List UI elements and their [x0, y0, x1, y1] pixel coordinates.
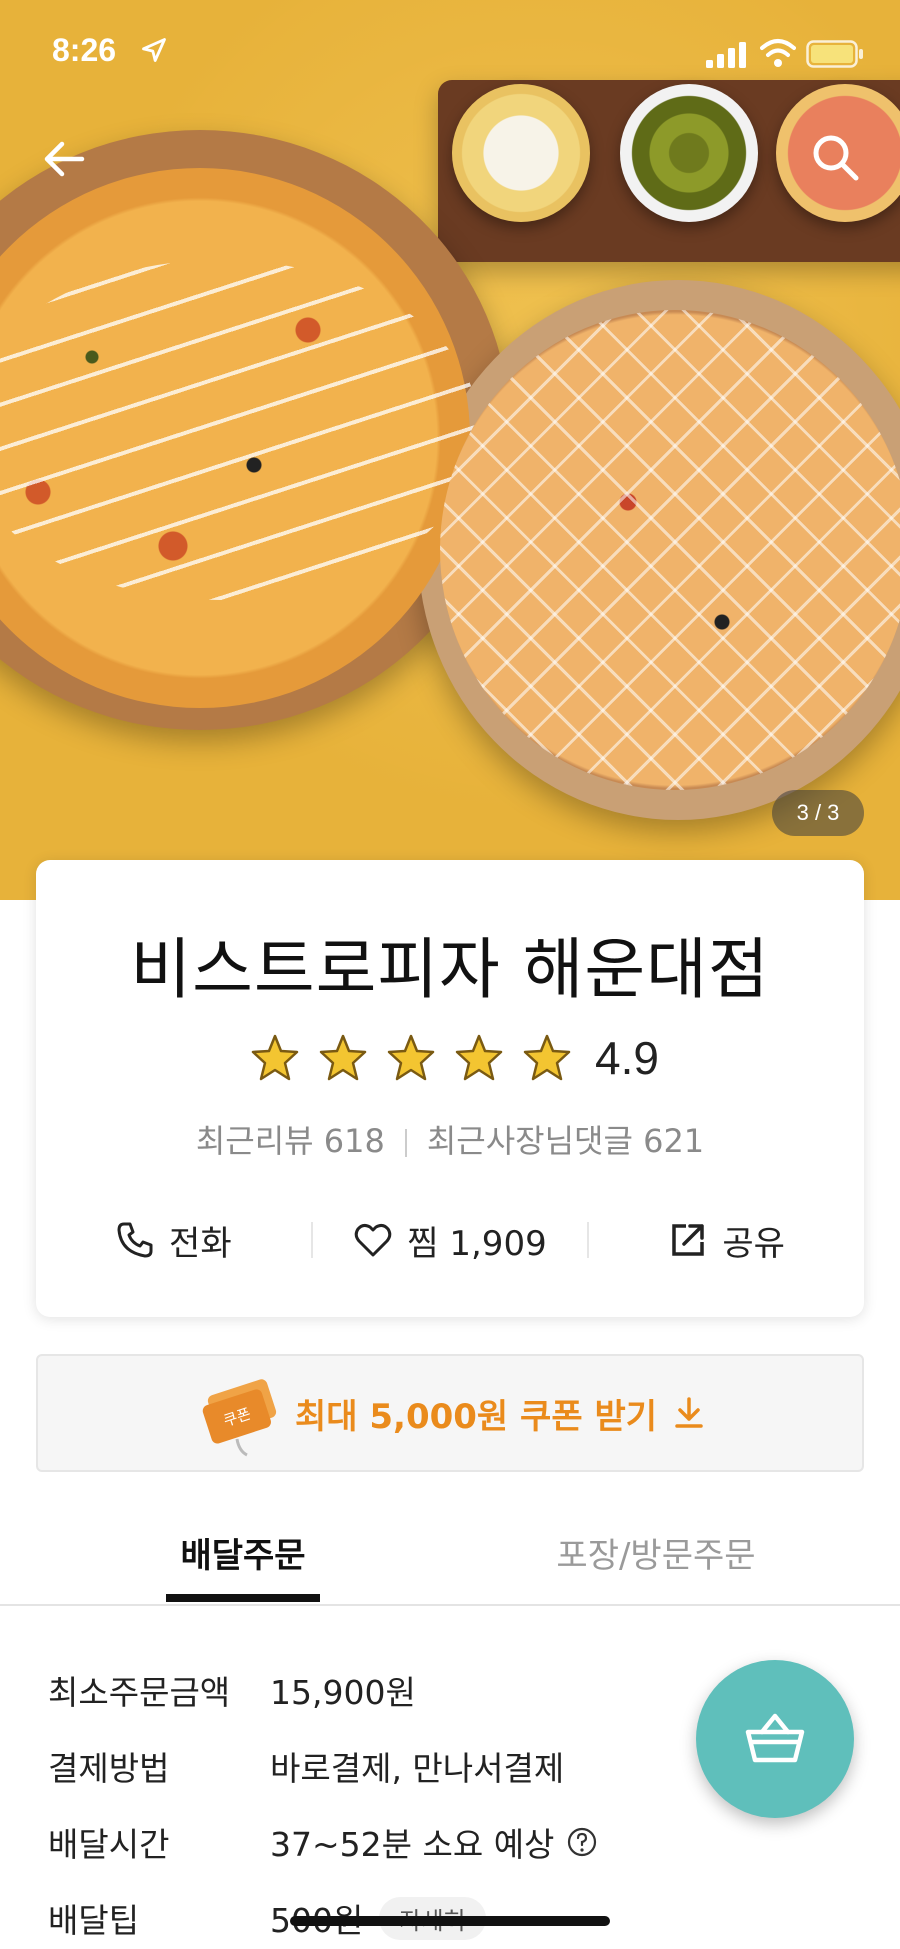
- store-actions: 전화 찜 1,909 공유: [36, 1210, 864, 1270]
- min-order-row: 최소주문금액 15,900원: [48, 1652, 668, 1728]
- favorite-button[interactable]: 찜 1,909: [313, 1216, 588, 1265]
- divider: [404, 1129, 407, 1157]
- payment-row: 결제방법 바로결제, 만나서결제: [48, 1728, 668, 1804]
- rating-value: 4.9: [595, 1032, 659, 1084]
- search-icon: [813, 135, 859, 181]
- delivery-info: 최소주문금액 15,900원 결제방법 바로결제, 만나서결제 배달시간 37~…: [48, 1652, 668, 1949]
- rating-row: 4.9: [36, 1030, 864, 1086]
- payment-label: 결제방법: [48, 1749, 170, 1788]
- min-order-label: 최소주문금액: [48, 1673, 231, 1712]
- coupon-icon: 쿠폰: [202, 1379, 277, 1457]
- status-time: 8:26: [52, 32, 117, 68]
- coupon-label: 최대 5,000원 쿠폰 받기: [294, 1396, 657, 1437]
- share-icon: [672, 1224, 705, 1256]
- tab-delivery[interactable]: 배달주문: [166, 1528, 320, 1577]
- image-page-indicator: 3 / 3: [772, 790, 864, 836]
- home-indicator[interactable]: [290, 1916, 610, 1926]
- active-tab-indicator: [166, 1594, 320, 1602]
- store-hero-image[interactable]: [0, 0, 900, 900]
- owner-replies-link[interactable]: 최근사장님댓글 621: [427, 1122, 704, 1160]
- store-info-card: 비스트로피자 해운대점 4.9 최근리뷰 618 최근사장님댓글 621 전화 찜…: [36, 860, 864, 1317]
- delivery-time-value-group: 37~52분 소요 예상: [270, 1818, 598, 1866]
- delivery-time-label: 배달시간: [48, 1825, 170, 1864]
- help-icon[interactable]: [566, 1826, 598, 1858]
- star-icon: [319, 1034, 367, 1081]
- order-type-tabs: 배달주문 포장/방문주문: [0, 1502, 900, 1606]
- back-button[interactable]: [38, 134, 92, 184]
- delivery-time-value: 37~52분 소요 예상: [270, 1825, 555, 1864]
- wifi-icon: [760, 39, 796, 67]
- payment-value: 바로결제, 만나서결제: [270, 1749, 565, 1788]
- star-icon: [523, 1034, 571, 1081]
- share-button[interactable]: 공유: [589, 1216, 864, 1265]
- cart-button[interactable]: [696, 1660, 854, 1818]
- call-label: 전화: [169, 1223, 232, 1264]
- delivery-tip-label: 배달팁: [48, 1901, 140, 1940]
- store-name: 비스트로피자 해운대점: [130, 931, 770, 1008]
- review-counts: 최근리뷰 618 최근사장님댓글 621: [36, 1116, 864, 1162]
- favorite-count: 찜 1,909: [407, 1223, 547, 1264]
- pizza-right: [440, 310, 900, 790]
- battery-icon: [806, 40, 863, 68]
- location-arrow-icon: [142, 38, 166, 62]
- cart-icon: [745, 1713, 805, 1763]
- call-button[interactable]: 전화: [36, 1216, 311, 1265]
- back-arrow-icon: [44, 141, 85, 177]
- delivery-tip-row: 배달팁 500원 자세히: [48, 1880, 668, 1949]
- recent-reviews-link[interactable]: 최근리뷰 618: [196, 1122, 385, 1160]
- delivery-time-row: 배달시간 37~52분 소요 예상: [48, 1804, 668, 1880]
- min-order-value: 15,900원: [270, 1673, 416, 1712]
- star-icon: [387, 1034, 435, 1081]
- search-button[interactable]: [806, 128, 866, 188]
- status-bar: 8:26: [0, 0, 900, 110]
- heart-icon: [355, 1223, 392, 1257]
- coupon-banner[interactable]: 쿠폰 최대 5,000원 쿠폰 받기: [36, 1354, 864, 1472]
- star-icon: [251, 1034, 299, 1081]
- tab-pickup[interactable]: 포장/방문주문: [540, 1528, 772, 1577]
- phone-icon: [117, 1222, 153, 1258]
- share-label: 공유: [722, 1223, 785, 1264]
- download-icon: [675, 1397, 703, 1428]
- star-icon: [455, 1034, 503, 1081]
- signal-icon: [706, 42, 746, 68]
